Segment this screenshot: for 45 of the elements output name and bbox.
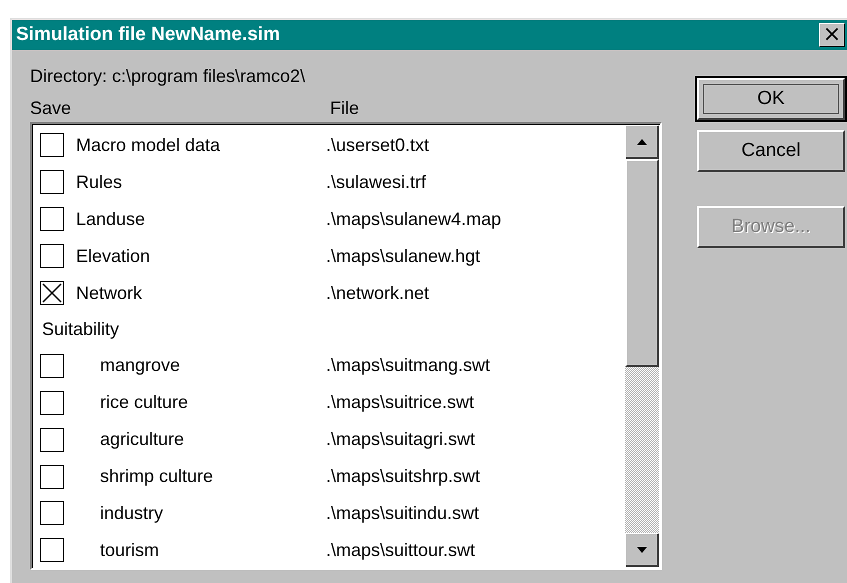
checkbox[interactable] bbox=[40, 281, 64, 305]
file-path: .\maps\sulanew4.map bbox=[326, 208, 502, 230]
file-path: .\maps\sulanew.hgt bbox=[326, 246, 480, 267]
group-heading: Suitability bbox=[41, 318, 120, 341]
scroll-down-button[interactable] bbox=[625, 533, 659, 567]
file-path: .\maps\suitmang.swt bbox=[326, 355, 490, 376]
dialog-button[interactable]: Cancel bbox=[697, 130, 845, 172]
checkbox[interactable] bbox=[40, 390, 64, 415]
checkbox[interactable] bbox=[40, 133, 64, 158]
item-label: tourism bbox=[100, 540, 160, 561]
file-path: .\maps\suitagri.swt bbox=[326, 429, 476, 450]
file-path: .\userset0.txt bbox=[326, 134, 430, 156]
file-path: .\network.net bbox=[326, 282, 430, 304]
window-title: Simulation file NewName.sim bbox=[16, 24, 280, 46]
directory-label: Directory: c:\program files\ramco2\ bbox=[30, 66, 306, 88]
item-label: Elevation bbox=[76, 246, 152, 267]
item-label: Network bbox=[76, 282, 144, 304]
file-path: .\maps\suitshrp.swt bbox=[326, 466, 480, 488]
scroll-thumb[interactable] bbox=[625, 159, 659, 367]
checkbox[interactable] bbox=[40, 538, 64, 562]
close-button[interactable]: × bbox=[819, 23, 845, 47]
column-header: File bbox=[330, 98, 360, 120]
checkbox[interactable] bbox=[40, 428, 64, 452]
file-path: .\maps\suitrice.swt bbox=[326, 392, 474, 414]
checkbox[interactable] bbox=[40, 170, 64, 194]
item-label: Macro model data bbox=[76, 134, 222, 156]
checkbox[interactable] bbox=[40, 354, 64, 378]
checkbox[interactable] bbox=[40, 244, 64, 268]
column-header: Save bbox=[30, 98, 72, 120]
item-label: Landuse bbox=[76, 208, 146, 230]
scrollbar[interactable] bbox=[625, 125, 659, 567]
checkbox[interactable] bbox=[40, 207, 64, 232]
item-label: agriculture bbox=[100, 429, 186, 450]
file-path: .\maps\suittour.swt bbox=[326, 540, 476, 561]
dialog-button[interactable]: OK bbox=[697, 78, 845, 120]
checkbox[interactable] bbox=[40, 464, 64, 489]
item-label: rice culture bbox=[100, 392, 190, 414]
item-label: mangrove bbox=[100, 355, 182, 376]
item-label: shrimp culture bbox=[100, 466, 214, 488]
checkbox[interactable] bbox=[40, 501, 64, 526]
item-label: Rules bbox=[76, 172, 124, 193]
item-label: industry bbox=[100, 502, 164, 524]
file-path: .\maps\suitindu.swt bbox=[326, 502, 480, 524]
file-path: .\sulawesi.trf bbox=[326, 172, 426, 193]
scroll-up-button[interactable] bbox=[625, 125, 659, 159]
